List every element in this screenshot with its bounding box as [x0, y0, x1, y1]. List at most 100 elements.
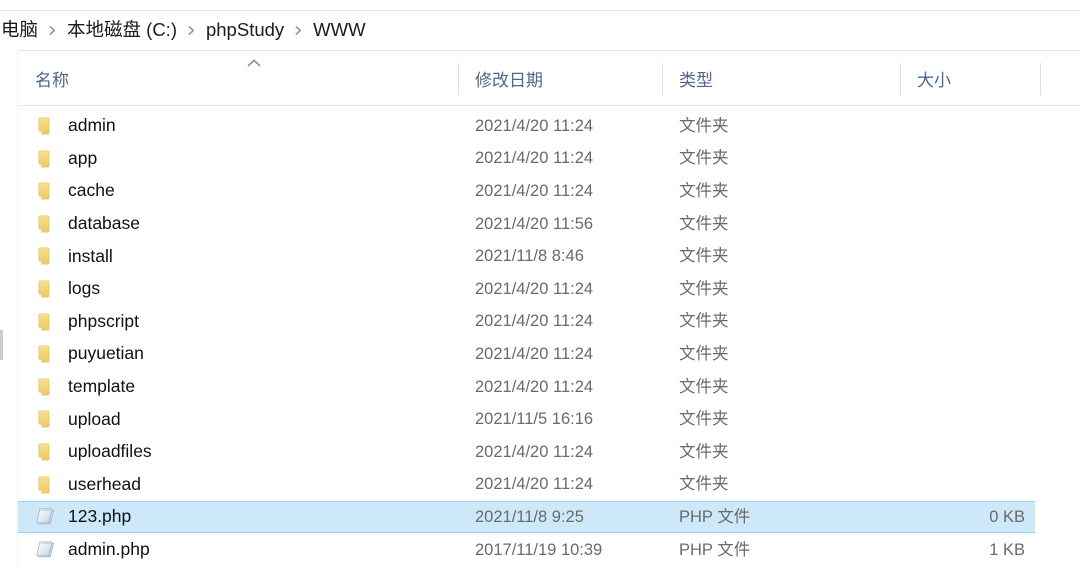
column-resize-handle-end[interactable]	[1040, 63, 1041, 95]
file-date-cell: 2021/11/8 8:46	[475, 240, 584, 272]
file-size-cell: 0 KB	[830, 502, 1030, 532]
column-header-label: 修改日期	[475, 70, 543, 90]
file-list[interactable]: admin 2021/4/20 11:24 文件夹 app 2021/4/20 11:2…	[18, 110, 1080, 569]
php-file-icon	[34, 538, 58, 562]
file-name-cell[interactable]: admin	[18, 110, 116, 142]
file-name-label: install	[68, 245, 113, 266]
breadcrumb-item-1[interactable]: 电脑	[0, 19, 39, 42]
file-date-label: 2021/4/20 11:24	[475, 149, 594, 168]
file-name-label: 123.php	[68, 506, 132, 527]
file-size-label: 1 KB	[989, 540, 1025, 559]
breadcrumb[interactable]: 电脑 本地磁盘 (C:) phpStudy WWW	[0, 11, 1080, 49]
folder-icon	[34, 147, 58, 171]
file-date-label: 2021/11/5 16:16	[475, 410, 594, 429]
column-header-label: 类型	[679, 70, 713, 90]
file-date-cell: 2021/4/20 11:24	[475, 436, 593, 468]
file-date-label: 2021/4/20 11:24	[475, 344, 594, 363]
breadcrumb-item-4[interactable]: WWW	[312, 19, 366, 42]
file-size-cell	[830, 208, 1030, 240]
file-date-cell: 2021/4/20 11:24	[475, 273, 593, 305]
file-row[interactable]: template 2021/4/20 11:24 文件夹	[18, 371, 1035, 403]
file-name-label: template	[68, 376, 136, 397]
file-explorer-window: 电脑 本地磁盘 (C:) phpStudy WWW 名称 修改日期 类型 大小 admin 2…	[0, 0, 1080, 569]
file-name-cell[interactable]: app	[18, 143, 97, 175]
file-name-cell[interactable]: userhead	[18, 469, 141, 501]
breadcrumb-item-2[interactable]: 本地磁盘 (C:)	[66, 19, 178, 42]
file-name-label: puyuetian	[68, 343, 144, 364]
file-date-label: 2021/4/20 11:24	[475, 279, 594, 298]
file-row[interactable]: admin 2021/4/20 11:24 文件夹	[18, 110, 1035, 142]
file-date-label: 2021/4/20 11:24	[475, 181, 594, 200]
file-row[interactable]: uploadfiles 2021/4/20 11:24 文件夹	[18, 436, 1035, 468]
folder-icon	[34, 310, 58, 334]
file-date-cell: 2021/4/20 11:24	[475, 143, 593, 175]
column-header-type[interactable]: 类型	[662, 51, 900, 105]
file-name-cell[interactable]: admin.php	[18, 534, 150, 566]
file-type-label: 文件夹	[679, 475, 729, 494]
column-resize-handle-date[interactable]	[458, 63, 459, 95]
file-row[interactable]: phpscript 2021/4/20 11:24 文件夹	[18, 306, 1035, 338]
file-row[interactable]: puyuetian 2021/4/20 11:24 文件夹	[18, 338, 1035, 370]
file-name-cell[interactable]: install	[18, 240, 113, 272]
file-date-label: 2021/4/20 11:24	[475, 377, 594, 396]
header-bottom-divider	[18, 105, 1080, 106]
folder-icon	[34, 179, 58, 203]
file-name-cell[interactable]: uploadfiles	[18, 436, 152, 468]
file-name-cell[interactable]: upload	[18, 403, 121, 435]
column-resize-handle-size[interactable]	[900, 63, 901, 95]
file-size-cell	[830, 273, 1030, 305]
file-type-cell: 文件夹	[679, 436, 729, 468]
file-type-label: 文件夹	[679, 410, 729, 429]
file-name-label: upload	[68, 408, 121, 429]
file-size-cell	[830, 240, 1030, 272]
file-name-cell[interactable]: database	[18, 208, 140, 240]
file-date-cell: 2021/4/20 11:24	[475, 306, 593, 338]
file-size-label: 0 KB	[989, 507, 1025, 526]
file-date-label: 2021/11/8 9:25	[475, 507, 584, 526]
file-type-cell: 文件夹	[679, 306, 729, 338]
file-date-cell: 2021/4/20 11:24	[475, 338, 593, 370]
file-type-label: 文件夹	[679, 181, 729, 200]
file-date-label: 2017/11/19 10:39	[475, 540, 603, 559]
file-row[interactable]: userhead 2021/4/20 11:24 文件夹	[18, 469, 1035, 501]
file-row[interactable]: app 2021/4/20 11:24 文件夹	[18, 143, 1035, 175]
file-row[interactable]: admin.php 2017/11/19 10:39 PHP 文件 1 KB	[18, 534, 1035, 566]
column-header-label: 大小	[917, 70, 951, 90]
breadcrumb-item-3[interactable]: phpStudy	[205, 19, 285, 42]
file-type-cell: 文件夹	[679, 175, 729, 207]
file-date-label: 2021/4/20 11:24	[475, 312, 594, 331]
folder-icon	[34, 244, 58, 268]
file-size-cell	[830, 371, 1030, 403]
file-row[interactable]: upload 2021/11/5 16:16 文件夹	[18, 403, 1035, 435]
file-date-cell: 2021/11/5 16:16	[475, 403, 593, 435]
file-name-cell[interactable]: phpscript	[18, 306, 139, 338]
column-header-size[interactable]: 大小	[900, 51, 1080, 105]
file-row[interactable]: 123.php 2021/11/8 9:25 PHP 文件 0 KB	[18, 501, 1035, 534]
file-size-cell	[830, 306, 1030, 338]
file-name-cell[interactable]: cache	[18, 175, 115, 207]
file-row[interactable]: database 2021/4/20 11:56 文件夹	[18, 208, 1035, 240]
file-name-cell[interactable]: 123.php	[18, 502, 131, 532]
file-type-label: PHP 文件	[679, 540, 751, 559]
file-row[interactable]: logs 2021/4/20 11:24 文件夹	[18, 273, 1035, 305]
file-row[interactable]: install 2021/11/8 8:46 文件夹	[18, 240, 1035, 272]
file-name-cell[interactable]: template	[18, 371, 135, 403]
file-size-cell	[830, 403, 1030, 435]
file-row[interactable]: cache 2021/4/20 11:24 文件夹	[18, 175, 1035, 207]
column-header-row: 名称 修改日期 类型 大小	[18, 51, 1080, 105]
file-name-cell[interactable]: logs	[18, 273, 100, 305]
file-size-cell: 1 KB	[830, 534, 1030, 566]
file-size-cell	[830, 338, 1030, 370]
left-pane-scrollbar[interactable]	[0, 330, 3, 360]
file-type-label: PHP 文件	[679, 507, 751, 526]
file-name-cell[interactable]: puyuetian	[18, 338, 144, 370]
file-type-cell: 文件夹	[679, 208, 729, 240]
file-size-cell	[830, 175, 1030, 207]
file-date-label: 2021/4/20 11:24	[475, 442, 594, 461]
column-resize-handle-type[interactable]	[662, 63, 663, 95]
file-type-cell: 文件夹	[679, 240, 729, 272]
column-header-date[interactable]: 修改日期	[458, 51, 662, 105]
file-date-cell: 2021/4/20 11:24	[475, 175, 593, 207]
file-date-cell: 2021/4/20 11:24	[475, 469, 593, 501]
column-header-name[interactable]: 名称	[18, 51, 458, 105]
